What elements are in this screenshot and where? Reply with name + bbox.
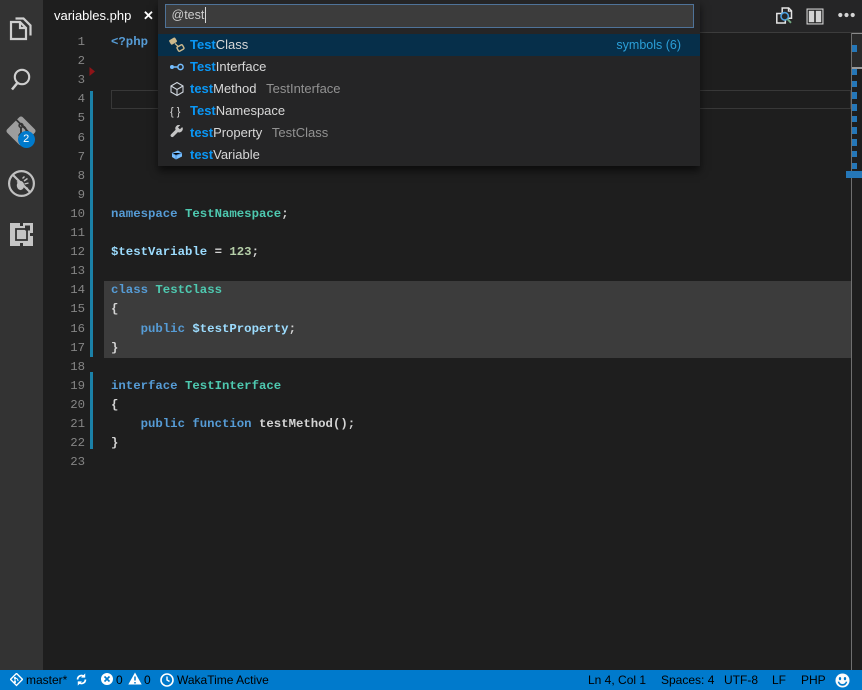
svg-text:{ }: { } xyxy=(170,106,181,118)
